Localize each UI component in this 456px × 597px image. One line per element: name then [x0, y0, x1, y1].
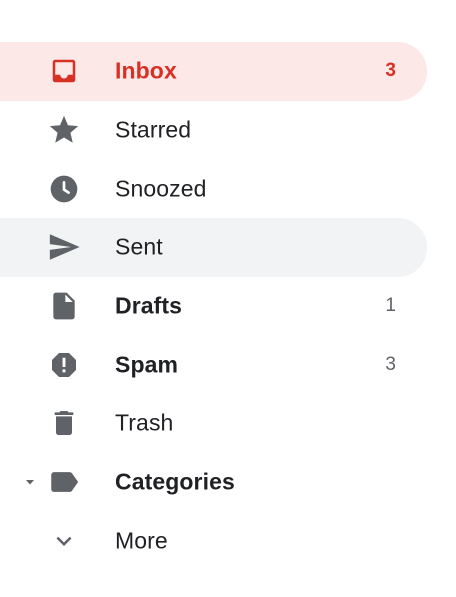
nav-item-label: More [115, 527, 168, 554]
nav-item-sent[interactable]: Sent [0, 218, 427, 277]
item-count: 3 [385, 353, 396, 375]
nav-item-snoozed[interactable]: Snoozed [0, 159, 427, 218]
inbox-icon [46, 53, 82, 89]
trash-icon [46, 405, 82, 441]
nav-item-trash[interactable]: Trash [0, 394, 427, 453]
label-icon [46, 464, 82, 500]
unread-count: 3 [385, 60, 396, 82]
nav-item-label: Trash [115, 409, 174, 436]
nav-item-label: Inbox [115, 57, 177, 84]
mail-folder-nav: Inbox 3 Starred Snoozed Sent Drafts 1 Sp… [0, 42, 456, 570]
chevron-down-icon [46, 523, 82, 559]
nav-item-starred[interactable]: Starred [0, 101, 427, 160]
send-icon [46, 229, 82, 265]
clock-icon [46, 171, 82, 207]
nav-item-spam[interactable]: Spam 3 [0, 335, 427, 394]
nav-item-label: Snoozed [115, 175, 207, 202]
nav-item-more[interactable]: More [0, 512, 427, 571]
nav-item-inbox[interactable]: Inbox 3 [0, 42, 427, 101]
nav-item-label: Starred [115, 116, 192, 143]
nav-item-label: Categories [115, 468, 235, 495]
nav-item-label: Spam [115, 351, 179, 378]
caret-down-icon[interactable] [24, 476, 36, 488]
item-count: 1 [385, 295, 396, 317]
nav-item-label: Sent [115, 233, 163, 260]
star-icon [46, 112, 82, 148]
nav-item-label: Drafts [115, 292, 183, 319]
nav-item-categories[interactable]: Categories [0, 453, 427, 512]
draft-icon [46, 288, 82, 324]
spam-icon [46, 347, 82, 383]
nav-item-drafts[interactable]: Drafts 1 [0, 277, 427, 336]
